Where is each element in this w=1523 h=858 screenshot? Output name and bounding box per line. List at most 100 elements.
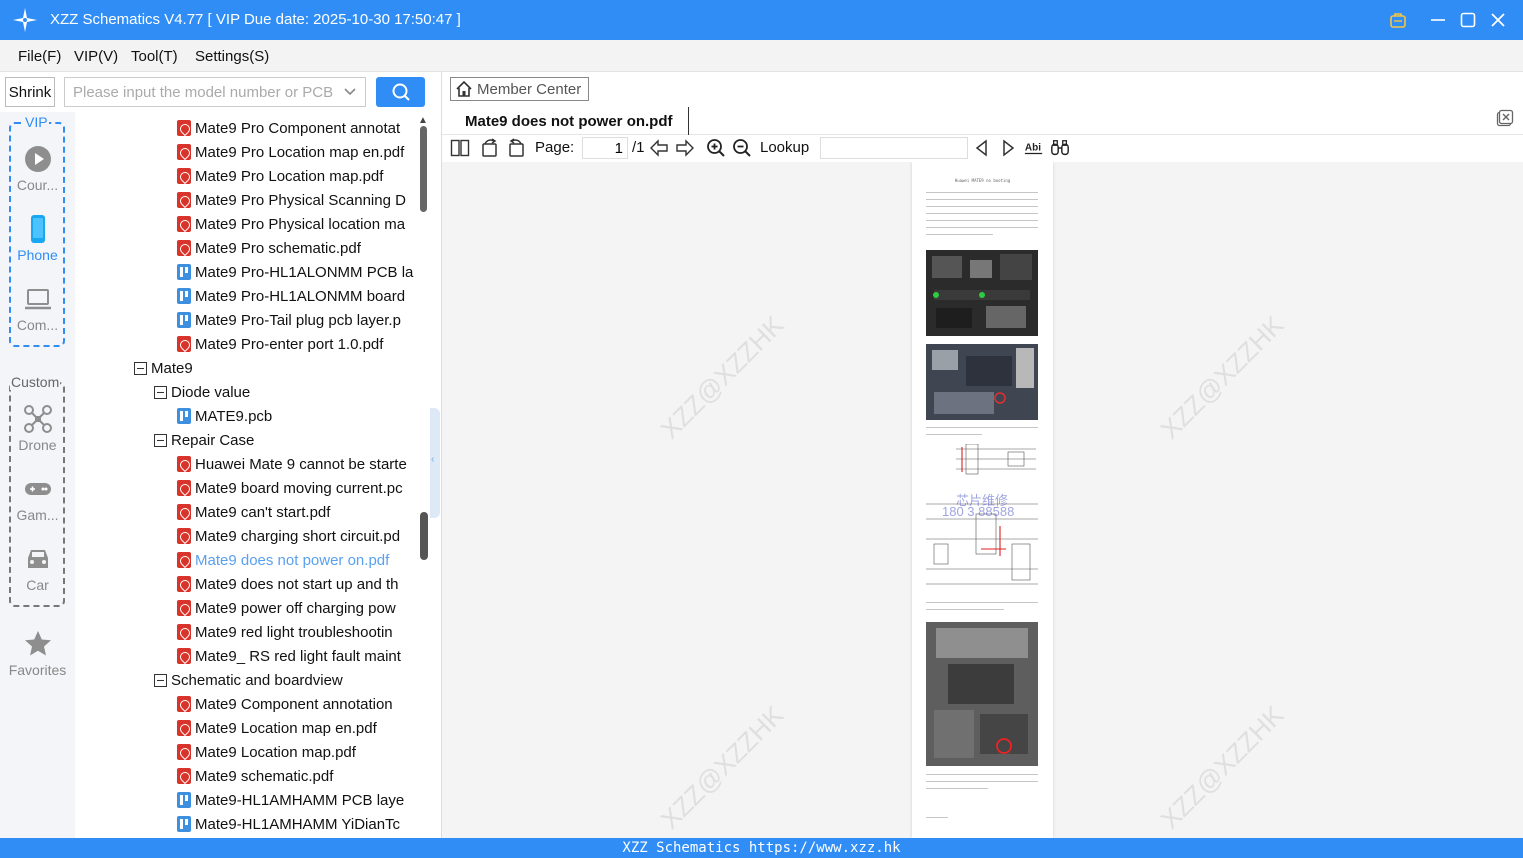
category-label: Phone [17, 247, 58, 263]
pdf-file-icon [177, 528, 191, 544]
tree-file[interactable]: Huawei Mate 9 cannot be starte [177, 452, 407, 476]
tree-folder[interactable]: Schematic and boardview [154, 668, 343, 692]
collapse-toggle-icon[interactable] [154, 433, 167, 447]
laptop-icon [24, 289, 51, 310]
pdf-file-icon [177, 624, 191, 640]
category-rail: VIP Custom Cour... Phone Com... Drone Ga… [0, 112, 75, 838]
page-number-input[interactable] [582, 137, 628, 159]
tree-file[interactable]: Mate9 Pro schematic.pdf [177, 236, 361, 260]
tree-file[interactable]: Mate9 red light troubleshootin [177, 620, 393, 644]
tree-file[interactable]: Mate9 Location map en.pdf [177, 716, 377, 740]
tree-file[interactable]: Mate9 schematic.pdf [177, 764, 333, 788]
tree-file[interactable]: Mate9-HL1AMHAMM YiDianTc [177, 812, 400, 836]
tree-file[interactable]: Mate9 Location map.pdf [177, 740, 356, 764]
menu-vip[interactable]: VIP(V) [74, 48, 118, 65]
vip-badge-icon[interactable] [1386, 8, 1410, 32]
minimize-icon[interactable] [1426, 8, 1450, 32]
tree-item-label: Mate9 Component annotation [195, 695, 393, 713]
tree-file[interactable]: Mate9 Component annotation [177, 692, 393, 716]
tree-file[interactable]: MATE9.pcb [177, 404, 272, 428]
find-next-icon[interactable] [998, 138, 1018, 158]
dual-page-icon[interactable] [450, 138, 470, 158]
search-input[interactable] [65, 78, 335, 106]
zoom-out-icon[interactable] [732, 138, 752, 158]
pdf-file-icon [177, 240, 191, 256]
next-page-arrow-icon[interactable] [675, 138, 695, 158]
shrink-button[interactable]: Shrink [5, 77, 55, 107]
panel-splitter-handle[interactable] [420, 512, 428, 560]
category-phone[interactable]: Phone [0, 214, 75, 263]
chevron-down-icon[interactable] [343, 85, 357, 99]
file-tree: Mate9 Pro Component annotat Mate9 Pro Loc… [76, 112, 430, 838]
collapse-toggle-icon[interactable] [154, 385, 167, 399]
match-case-icon[interactable]: Abi [1024, 138, 1044, 158]
rotate-right-icon[interactable] [506, 138, 526, 158]
tree-file[interactable]: Mate9 board moving current.pc [177, 476, 403, 500]
pdf-file-icon [177, 120, 191, 136]
zoom-in-icon[interactable] [706, 138, 726, 158]
tree-item-label: Mate9 Location map en.pdf [195, 719, 377, 737]
tree-item-label: Mate9 power off charging pow [195, 599, 396, 617]
rotate-left-icon[interactable] [480, 138, 500, 158]
collapse-toggle-icon[interactable] [134, 361, 147, 375]
category-drone[interactable]: Drone [0, 404, 75, 453]
tree-file[interactable]: Mate9 Pro-enter port 1.0.pdf [177, 332, 383, 356]
category-game[interactable]: Gam... [0, 474, 75, 523]
tree-folder[interactable]: Mate9 [134, 356, 193, 380]
watermark-text: XZZ@XZZHK [654, 309, 790, 445]
collapse-panel-tab[interactable]: ‹ [430, 408, 440, 518]
previous-page-arrow-icon[interactable] [649, 138, 669, 158]
model-search-combobox[interactable] [64, 77, 366, 107]
tree-file[interactable]: Mate9 Pro Component annotat [177, 116, 400, 140]
category-car[interactable]: Car [0, 544, 75, 593]
tab-document[interactable]: Mate9 does not power on.pdf [450, 107, 689, 135]
tree-file[interactable]: Mate9 Pro-HL1ALONMM PCB la [177, 260, 413, 284]
find-previous-icon[interactable] [972, 138, 992, 158]
play-circle-icon [24, 146, 51, 172]
maximize-icon[interactable] [1456, 8, 1480, 32]
tree-file[interactable]: Mate9 Pro-HL1ALONMM board [177, 284, 405, 308]
pdf-viewer[interactable]: XZZ@XZZHK XZZ@XZZHK XZZ@XZZHK XZZ@XZZHK … [442, 162, 1523, 838]
scroll-up-icon[interactable]: ▲ [418, 115, 428, 126]
tree-file[interactable]: Mate9 power off charging pow [177, 596, 396, 620]
tree-folder[interactable]: Repair Case [154, 428, 254, 452]
tree-file[interactable]: Mate9_ RS red light fault maint [177, 644, 401, 668]
menu-settings[interactable]: Settings(S) [195, 48, 269, 65]
tree-file[interactable]: Mate9 can't start.pdf [177, 500, 330, 524]
tree-file[interactable]: Mate9 does not power on.pdf [177, 548, 389, 572]
page-text-block [926, 817, 948, 824]
tree-file[interactable]: Mate9 Pro Physical Scanning D [177, 188, 406, 212]
pdf-file-icon [177, 336, 191, 352]
tree-item-label: Mate9 Pro-enter port 1.0.pdf [195, 335, 384, 353]
category-computer[interactable]: Com... [0, 284, 75, 333]
close-tab-icon[interactable] [1496, 109, 1514, 127]
tree-scrollbar[interactable]: ▲ [416, 112, 430, 838]
tree-file[interactable]: Mate9 Pro Location map.pdf [177, 164, 383, 188]
binoculars-icon[interactable] [1050, 138, 1070, 158]
tree-file[interactable]: Mate9 Pro Physical location ma [177, 212, 405, 236]
search-button[interactable] [376, 77, 425, 107]
category-courses[interactable]: Cour... [0, 144, 75, 193]
board-photo [926, 344, 1038, 420]
collapse-toggle-icon[interactable] [154, 673, 167, 687]
menu-tool[interactable]: Tool(T) [131, 48, 178, 65]
tree-item-label: MATE9.pcb [195, 407, 273, 425]
tree-file[interactable]: Mate9 does not start up and th [177, 572, 398, 596]
pdf-file-icon [177, 216, 191, 232]
tree-folder[interactable]: Diode value [154, 380, 250, 404]
category-favorites[interactable]: Favorites [0, 629, 75, 678]
tree-file[interactable]: Mate9-HL1AMHAMM PCB laye [177, 788, 404, 812]
pdf-file-icon [177, 504, 191, 520]
lookup-input[interactable] [820, 137, 968, 159]
menu-file[interactable]: File(F) [18, 48, 61, 65]
tree-file[interactable]: Mate9 charging short circuit.pd [177, 524, 400, 548]
tree-file[interactable]: Mate9 Pro-Tail plug pcb layer.p [177, 308, 401, 332]
tree-file[interactable]: Mate9 Pro Location map en.pdf [177, 140, 404, 164]
category-label: Favorites [8, 662, 67, 678]
tree-item-label: Mate9 does not start up and th [195, 575, 399, 593]
pdf-file-icon [177, 576, 191, 592]
close-icon[interactable] [1486, 8, 1510, 32]
document-tab-bar: Mate9 does not power on.pdf [442, 105, 1523, 135]
member-center-button[interactable]: Member Center [450, 77, 589, 101]
scroll-thumb[interactable] [420, 126, 427, 212]
